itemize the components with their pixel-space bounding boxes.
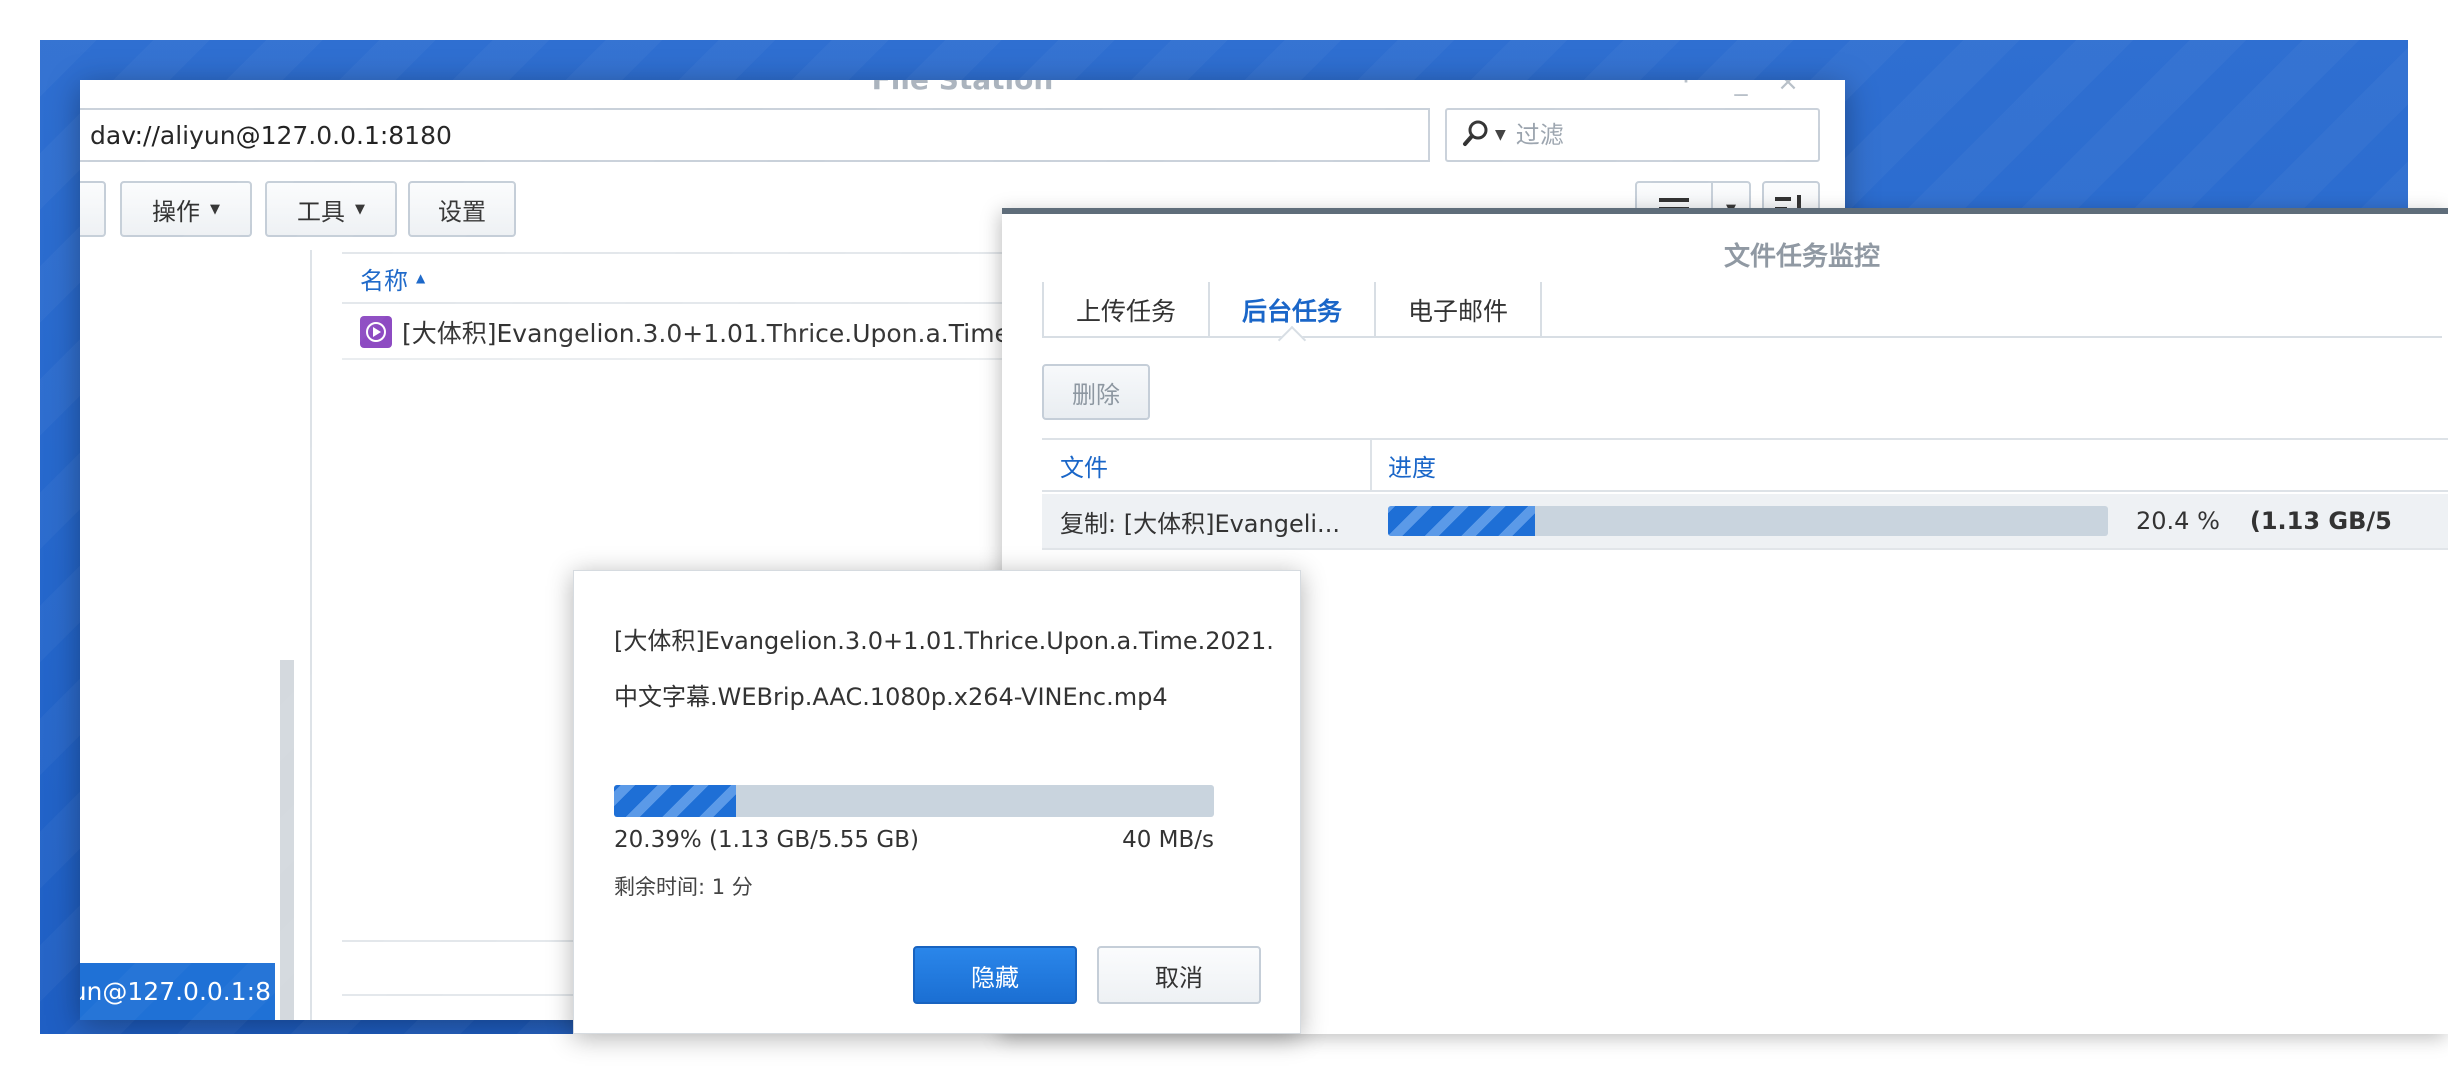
action-button[interactable]: 操作 ▼ bbox=[120, 181, 252, 237]
sidebar-divider bbox=[310, 250, 312, 1020]
task-progress-percent: 20.4 % bbox=[2136, 507, 2220, 535]
close-icon[interactable]: × bbox=[1777, 80, 1799, 95]
video-file-icon bbox=[360, 316, 392, 348]
delete-button[interactable]: 删除 bbox=[1042, 364, 1150, 420]
tab-upload[interactable]: 上传任务 bbox=[1042, 282, 1208, 338]
name-column-header[interactable]: 名称 bbox=[360, 261, 408, 296]
progress-column-header[interactable]: 进度 bbox=[1372, 448, 1436, 483]
file-column-label: 文件 bbox=[1060, 453, 1108, 482]
address-text: dav://aliyun@127.0.0.1:8180 bbox=[90, 120, 452, 150]
tools-button[interactable]: 工具 ▼ bbox=[265, 181, 397, 237]
hide-button[interactable]: 隐藏 bbox=[913, 946, 1077, 1004]
dialog-speed: 40 MB/s bbox=[1122, 827, 1214, 853]
settings-button-label: 设置 bbox=[438, 197, 486, 226]
action-button-label: 操作 bbox=[152, 197, 200, 226]
progress-column-label: 进度 bbox=[1388, 453, 1436, 482]
dialog-progress-row: 20.39% (1.13 GB/5.55 GB) 40 MB/s bbox=[614, 827, 1214, 853]
tab-upload-label: 上传任务 bbox=[1076, 297, 1177, 326]
search-icon[interactable] bbox=[1461, 118, 1491, 152]
tab-background[interactable]: 后台任务 bbox=[1208, 282, 1374, 338]
dialog-remaining-time: 剩余时间: 1 分 bbox=[614, 875, 753, 899]
chevron-down-icon[interactable]: ▼ bbox=[1495, 127, 1506, 143]
task-progress-size: (1.13 GB/5 bbox=[2249, 507, 2392, 535]
file-column-header[interactable]: 文件 bbox=[1042, 440, 1372, 490]
pin-icon[interactable]: · bbox=[1675, 80, 1697, 95]
window-title: File Station bbox=[80, 80, 1845, 102]
sidebar-item-selected[interactable]: iyun@127.0.0.1:8 bbox=[80, 963, 275, 1020]
task-monitor-title: 文件任务监控 bbox=[1723, 242, 1880, 272]
task-table-header: 文件 进度 bbox=[1042, 438, 2448, 492]
dialog-file-name: [大体积]Evangelion.3.0+1.01.Thrice.Upon.a.T… bbox=[614, 627, 1274, 711]
task-monitor-tabs: 上传任务 后台任务 电子邮件 bbox=[1042, 282, 2442, 338]
table-row[interactable]: 复制: [大体积]Evangeli... 20.4 % (1.13 GB/5 bbox=[1042, 494, 2448, 550]
task-file-name: 复制: [大体积]Evangeli... bbox=[1060, 509, 1340, 538]
delete-button-label: 删除 bbox=[1072, 380, 1120, 409]
sort-ascending-icon: ▲ bbox=[416, 271, 426, 285]
filter-box[interactable]: ▼ bbox=[1445, 108, 1820, 162]
filter-input[interactable] bbox=[1513, 120, 1764, 150]
sidebar-item-label: iyun@127.0.0.1:8 bbox=[80, 977, 271, 1006]
dialog-progress-fill bbox=[614, 785, 737, 817]
screen: File Station · _ × dav://aliyun@127.0.0.… bbox=[0, 0, 2448, 1074]
task-progress-fill bbox=[1388, 506, 1535, 536]
dialog-progress-bar bbox=[614, 785, 1214, 817]
sidebar-scrollbar[interactable] bbox=[280, 660, 294, 1020]
tools-button-label: 工具 bbox=[297, 197, 345, 226]
tab-email-label: 电子邮件 bbox=[1408, 297, 1509, 326]
dialog-progress-text: 20.39% (1.13 GB/5.55 GB) bbox=[614, 827, 919, 853]
copy-progress-dialog: [大体积]Evangelion.3.0+1.01.Thrice.Upon.a.T… bbox=[573, 570, 1301, 1034]
toolbar-button-partial[interactable] bbox=[80, 181, 106, 237]
address-bar[interactable]: dav://aliyun@127.0.0.1:8180 bbox=[80, 108, 1430, 162]
chevron-down-icon: ▼ bbox=[210, 201, 220, 217]
cancel-button[interactable]: 取消 bbox=[1097, 946, 1261, 1004]
minimize-icon[interactable]: _ bbox=[1730, 80, 1752, 95]
task-progress-bar bbox=[1388, 506, 2108, 536]
settings-button[interactable]: 设置 bbox=[408, 181, 516, 237]
file-name: [大体积]Evangelion.3.0+1.01.Thrice.Upon.a.T… bbox=[402, 319, 1074, 348]
tab-email[interactable]: 电子邮件 bbox=[1374, 282, 1543, 338]
tab-background-label: 后台任务 bbox=[1242, 297, 1343, 326]
chevron-down-icon: ▼ bbox=[355, 201, 365, 217]
